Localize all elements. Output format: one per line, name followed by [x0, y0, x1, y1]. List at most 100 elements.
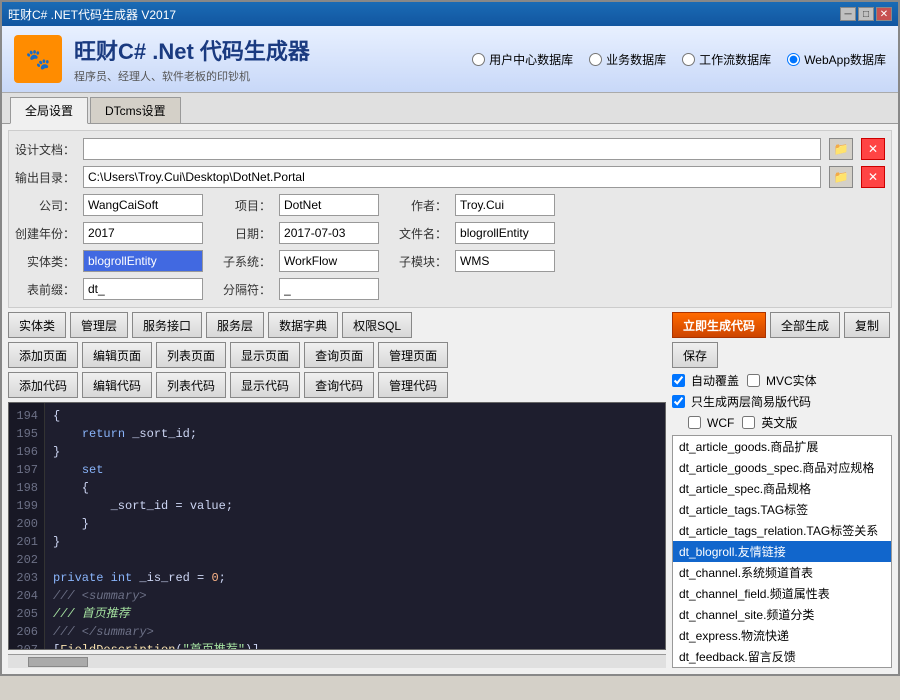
- query-page-btn[interactable]: 查询页面: [304, 342, 374, 368]
- edit-code-btn[interactable]: 编辑代码: [82, 372, 152, 398]
- title-bar: 旺财C# .NET代码生成器 V2017 ─ □ ✕: [2, 2, 898, 26]
- output-dir-browse-btn[interactable]: 📁: [829, 166, 853, 188]
- design-doc-row: 设计文档： 📁 ✕: [15, 137, 885, 161]
- entity-item[interactable]: dt_friend_link.友情链接: [673, 667, 891, 668]
- generate-buttons-row: 立即生成代码 全部生成 复制 保存: [672, 312, 892, 368]
- display-page-btn[interactable]: 显示页面: [230, 342, 300, 368]
- prefix-input[interactable]: [83, 278, 203, 300]
- project-label: 项目：: [211, 197, 271, 214]
- mvc-entity-checkbox[interactable]: MVC实体: [747, 372, 817, 389]
- maximize-button[interactable]: □: [858, 7, 874, 21]
- code-editor[interactable]: 194 195 196 197 198 199 200 201 202 203 …: [8, 402, 666, 650]
- submod-label: 子模块：: [387, 253, 447, 270]
- tab-bar: 全局设置 DTcms设置: [2, 93, 898, 124]
- year-row: 创建年份： 日期： 文件名：: [15, 221, 885, 245]
- action-buttons-row3: 添加代码 编辑代码 列表代码 显示代码 查询代码 管理代码: [8, 372, 666, 398]
- copy-btn[interactable]: 复制: [844, 312, 890, 338]
- entity-item[interactable]: dt_channel.系统频道首表: [673, 562, 891, 583]
- generate-all-btn[interactable]: 全部生成: [770, 312, 840, 338]
- code-content[interactable]: { return _sort_id; } set { _sort_id = va…: [45, 403, 665, 649]
- subsys-input[interactable]: [279, 250, 379, 272]
- design-doc-clear-btn[interactable]: ✕: [861, 138, 885, 160]
- add-code-btn[interactable]: 添加代码: [8, 372, 78, 398]
- action-buttons-row1: 实体类 管理层 服务接口 服务层 数据字典 权限SQL: [8, 312, 666, 338]
- auto-overwrite-checkbox[interactable]: 自动覆盖: [672, 372, 739, 389]
- prefix-row: 表前缀： 分隔符：: [15, 277, 885, 301]
- entity-input[interactable]: [83, 250, 203, 272]
- output-dir-clear-btn[interactable]: ✕: [861, 166, 885, 188]
- company-row: 公司： 项目： 作者：: [15, 193, 885, 217]
- company-label: 公司：: [15, 197, 75, 214]
- entity-item-selected[interactable]: dt_blogroll.友情链接: [673, 541, 891, 562]
- entity-row: 实体类： 子系统： 子模块：: [15, 249, 885, 273]
- company-input[interactable]: [83, 194, 203, 216]
- radio-workflow-db[interactable]: 工作流数据库: [682, 51, 771, 68]
- entity-label: 实体类：: [15, 253, 75, 270]
- h-scroll-thumb[interactable]: [28, 657, 88, 667]
- title-bar-text: 旺财C# .NET代码生成器 V2017: [8, 6, 176, 23]
- entity-item[interactable]: dt_channel_field.频道属性表: [673, 583, 891, 604]
- filename-input[interactable]: [455, 222, 555, 244]
- english-version-checkbox[interactable]: 英文版: [742, 414, 797, 431]
- entity-item[interactable]: dt_article_goods_spec.商品对应规格: [673, 457, 891, 478]
- data-dict-btn[interactable]: 数据字典: [268, 312, 338, 338]
- list-code-btn[interactable]: 列表代码: [156, 372, 226, 398]
- service-layer-btn[interactable]: 服务层: [206, 312, 264, 338]
- radio-user-db[interactable]: 用户中心数据库: [472, 51, 573, 68]
- year-input[interactable]: [83, 222, 203, 244]
- entity-item[interactable]: dt_article_spec.商品规格: [673, 478, 891, 499]
- design-doc-label: 设计文档：: [15, 141, 75, 158]
- subsys-label: 子系统：: [211, 253, 271, 270]
- author-input[interactable]: [455, 194, 555, 216]
- design-doc-input[interactable]: [83, 138, 821, 160]
- add-page-btn[interactable]: 添加页面: [8, 342, 78, 368]
- list-page-btn[interactable]: 列表页面: [156, 342, 226, 368]
- design-doc-browse-btn[interactable]: 📁: [829, 138, 853, 160]
- year-label: 创建年份：: [15, 225, 75, 242]
- main-panel: 实体类 管理层 服务接口 服务层 数据字典 权限SQL 添加页面 编辑页面 列表…: [8, 312, 892, 668]
- logo-icon: 🐾: [26, 47, 51, 72]
- radio-biz-db[interactable]: 业务数据库: [589, 51, 666, 68]
- edit-page-btn[interactable]: 编辑页面: [82, 342, 152, 368]
- checkboxes-area3: WCF 英文版: [672, 414, 892, 431]
- save-btn[interactable]: 保存: [672, 342, 718, 368]
- h-scrollbar[interactable]: [8, 654, 666, 668]
- tab-dtcms-settings[interactable]: DTcms设置: [90, 97, 181, 123]
- entity-item[interactable]: dt_express.物流快递: [673, 625, 891, 646]
- simple-version-checkbox[interactable]: 只生成两层简易版代码: [672, 393, 811, 410]
- display-code-btn[interactable]: 显示代码: [230, 372, 300, 398]
- entity-item[interactable]: dt_channel_site.频道分类: [673, 604, 891, 625]
- service-interface-btn[interactable]: 服务接口: [132, 312, 202, 338]
- wcf-checkbox[interactable]: WCF: [672, 416, 734, 430]
- entity-class-btn[interactable]: 实体类: [8, 312, 66, 338]
- output-dir-row: 输出目录： 📁 ✕: [15, 165, 885, 189]
- separator-input[interactable]: [279, 278, 379, 300]
- management-btn[interactable]: 管理层: [70, 312, 128, 338]
- project-input[interactable]: [279, 194, 379, 216]
- left-panel: 实体类 管理层 服务接口 服务层 数据字典 权限SQL 添加页面 编辑页面 列表…: [8, 312, 666, 668]
- date-input[interactable]: [279, 222, 379, 244]
- app-subtitle: 程序员、经理人、软件老板的印钞机: [74, 68, 460, 84]
- manage-code-btn[interactable]: 管理代码: [378, 372, 448, 398]
- minimize-button[interactable]: ─: [840, 7, 856, 21]
- close-button[interactable]: ✕: [876, 7, 892, 21]
- entity-item[interactable]: dt_article_tags_relation.TAG标签关系: [673, 520, 891, 541]
- entity-item[interactable]: dt_article_goods.商品扩展: [673, 436, 891, 457]
- app-title-section: 旺财C# .Net 代码生成器 程序员、经理人、软件老板的印钞机: [74, 34, 460, 84]
- query-code-btn[interactable]: 查询代码: [304, 372, 374, 398]
- entity-list[interactable]: dt_article_goods.商品扩展 dt_article_goods_s…: [672, 435, 892, 668]
- permission-sql-btn[interactable]: 权限SQL: [342, 312, 412, 338]
- entity-item[interactable]: dt_article_tags.TAG标签: [673, 499, 891, 520]
- entity-item[interactable]: dt_feedback.留言反馈: [673, 646, 891, 667]
- tab-global-settings[interactable]: 全局设置: [10, 97, 88, 124]
- database-radio-group: 用户中心数据库 业务数据库 工作流数据库 WebApp数据库: [472, 51, 886, 68]
- generate-now-btn[interactable]: 立即生成代码: [672, 312, 766, 338]
- radio-webapp-db[interactable]: WebApp数据库: [787, 51, 886, 68]
- output-dir-input[interactable]: [83, 166, 821, 188]
- submod-input[interactable]: [455, 250, 555, 272]
- right-panel: 立即生成代码 全部生成 复制 保存 自动覆盖 MVC实体: [672, 312, 892, 668]
- checkboxes-area: 自动覆盖 MVC实体: [672, 372, 892, 389]
- date-label: 日期：: [211, 225, 271, 242]
- manage-page-btn[interactable]: 管理页面: [378, 342, 448, 368]
- output-dir-label: 输出目录：: [15, 169, 75, 186]
